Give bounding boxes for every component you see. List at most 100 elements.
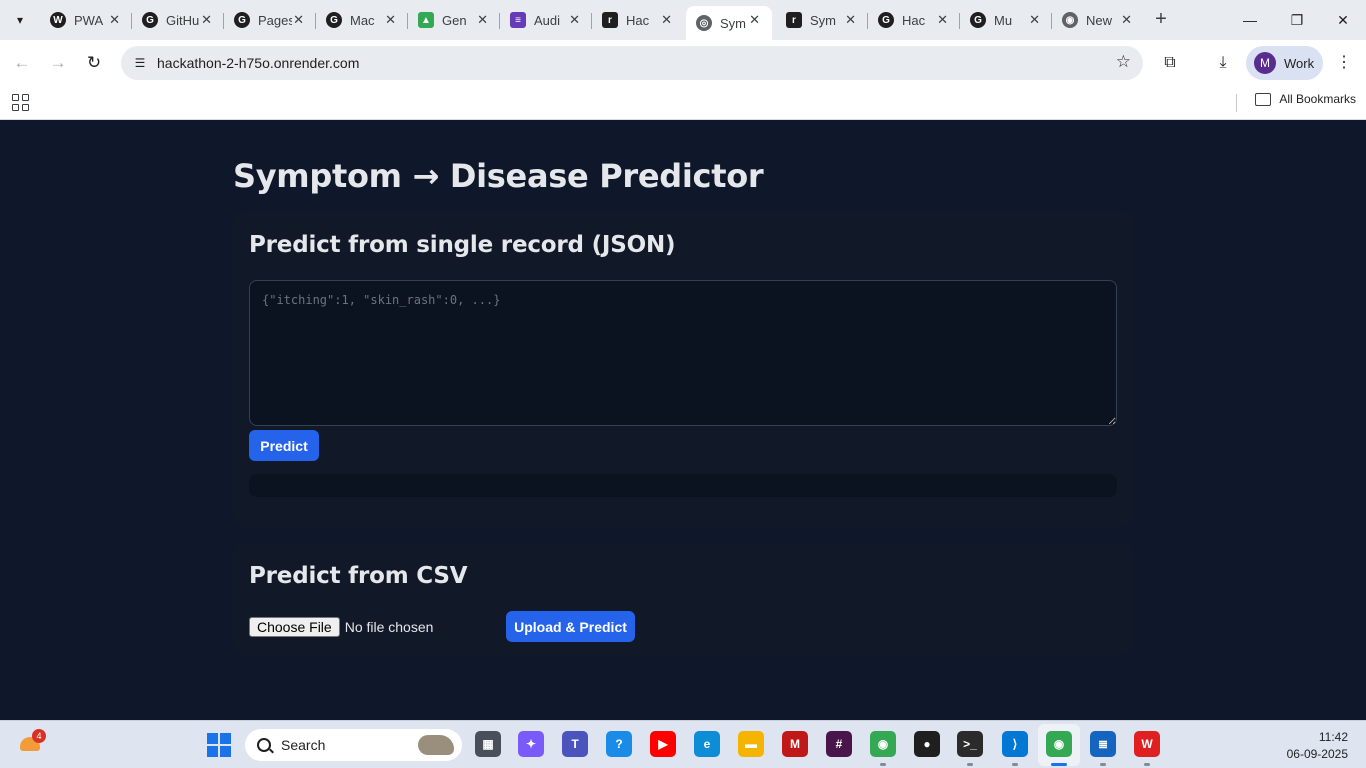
tab-close-icon[interactable]: ✕	[1029, 12, 1040, 28]
search-highlight-image	[418, 735, 454, 755]
tab-title: Hac	[626, 12, 650, 28]
tab-search-chevron-icon[interactable]: ▾	[8, 8, 32, 32]
file-explorer-icon[interactable]: ▬	[738, 731, 764, 757]
tab-sym-active[interactable]: ◎ Sym ✕	[686, 6, 772, 40]
back-arrow-icon[interactable]: ←	[10, 51, 34, 75]
windows-start-icon[interactable]	[207, 733, 231, 757]
help-icon[interactable]: ?	[606, 731, 632, 757]
running-indicator	[1051, 763, 1067, 766]
chrome-work-icon[interactable]: ◉	[1046, 731, 1072, 757]
kebab-menu-icon[interactable]: ⋮	[1332, 51, 1356, 75]
taskbar-search[interactable]: Search	[245, 729, 462, 761]
choose-file-button[interactable]: Choose File	[249, 617, 340, 637]
slack-icon[interactable]: #	[826, 731, 852, 757]
upload-predict-button[interactable]: Upload & Predict	[506, 611, 635, 642]
chrome-icon[interactable]: ◉	[870, 731, 896, 757]
all-bookmarks-label: All Bookmarks	[1279, 92, 1356, 106]
tab-close-icon[interactable]: ✕	[661, 12, 672, 28]
bookmark-star-icon[interactable]: ☆	[1116, 52, 1131, 72]
terminal-icon[interactable]: >_	[957, 731, 983, 757]
web-page: Symptom → Disease Predictor Predict from…	[0, 121, 1366, 720]
clock-date: 06-09-2025	[1286, 747, 1348, 761]
json-input-textarea[interactable]	[249, 280, 1117, 426]
forward-arrow-icon[interactable]: →	[46, 51, 70, 75]
lens-icon[interactable]: ●	[914, 731, 940, 757]
tab-strip: ▾ W PWA ✕ G GitHub ✕ G Pages ✕ G Mac ✕ ▲…	[0, 0, 1366, 40]
file-input: Choose File No file chosen	[249, 617, 433, 637]
tab-close-icon[interactable]: ✕	[569, 12, 580, 28]
tab-title: Audi	[534, 12, 561, 28]
predict-button[interactable]: Predict	[249, 430, 319, 461]
wordpress-icon: W	[50, 12, 66, 28]
new-tab-plus-icon[interactable]: +	[1150, 8, 1172, 32]
profile-button[interactable]: M Work	[1246, 46, 1323, 80]
tab-github[interactable]: G GitHub ✕	[132, 6, 224, 34]
edge-icon[interactable]: e	[694, 731, 720, 757]
downloads-icon[interactable]: ⤓	[1211, 51, 1235, 75]
tab-pages[interactable]: G Pages ✕	[224, 6, 316, 34]
mcafee-icon[interactable]: M	[782, 731, 808, 757]
tab-hac-github[interactable]: G Hac ✕	[868, 6, 960, 34]
tab-mu[interactable]: G Mu ✕	[960, 6, 1052, 34]
running-indicator	[1100, 763, 1106, 766]
url-text[interactable]: hackathon-2-h75o.onrender.com	[157, 55, 359, 71]
taskbar: 4 Search ▦ ✦ T? ▶ e ▬ M # ◉ ● >_ ⟩ ◉ ≣ W 11:42 06-09-2…	[0, 720, 1366, 768]
tab-title: PWA	[74, 12, 104, 28]
running-indicator	[967, 763, 973, 766]
github-icon: G	[234, 12, 250, 28]
address-bar[interactable]: ☰ hackathon-2-h75o.onrender.com ☆	[121, 46, 1143, 80]
tab-hac[interactable]: r Hac ✕	[592, 6, 684, 34]
forms-icon: ≡	[510, 12, 526, 28]
google-drive-icon: ▲	[418, 12, 434, 28]
task-view-icon[interactable]: ▦	[475, 731, 501, 757]
reload-icon[interactable]: ↻	[82, 51, 106, 75]
tab-title: GitHub	[166, 12, 200, 28]
page-title: Symptom → Disease Predictor	[233, 157, 764, 195]
search-icon	[257, 738, 271, 752]
tab-audi[interactable]: ≡ Audi ✕	[500, 6, 592, 34]
tab-close-icon[interactable]: ✕	[937, 12, 948, 28]
tab-mac[interactable]: G Mac ✕	[316, 6, 408, 34]
tab-close-icon[interactable]: ✕	[201, 12, 212, 28]
search-label: Search	[281, 737, 326, 753]
tab-title: Mu	[994, 12, 1013, 28]
minimize-icon[interactable]: —	[1238, 8, 1262, 32]
tab-new-tab[interactable]: ◉ New ✕	[1052, 6, 1144, 34]
wps-office-icon[interactable]: W	[1134, 731, 1160, 757]
render-icon: r	[786, 12, 802, 28]
tab-title: Gen	[442, 12, 467, 28]
tab-close-icon[interactable]: ✕	[385, 12, 396, 28]
tab-title: New	[1086, 12, 1113, 28]
notification-badge: 4	[32, 729, 46, 743]
file-status-text: No file chosen	[344, 619, 434, 635]
site-info-icon[interactable]: ☰	[131, 54, 149, 72]
all-bookmarks-button[interactable]: All Bookmarks	[1255, 92, 1356, 106]
tab-gen[interactable]: ▲ Gen ✕	[408, 6, 500, 34]
tab-close-icon[interactable]: ✕	[109, 12, 120, 28]
window-close-icon[interactable]: ✕	[1331, 8, 1355, 32]
copilot-icon[interactable]: ✦	[518, 731, 544, 757]
tab-close-icon[interactable]: ✕	[845, 12, 856, 28]
tab-pwa[interactable]: W PWA ✕	[40, 6, 132, 34]
system-clock[interactable]: 11:42 06-09-2025	[1287, 729, 1348, 763]
running-indicator	[1012, 763, 1018, 766]
tab-close-icon[interactable]: ✕	[749, 12, 760, 28]
tab-sym[interactable]: r Sym ✕	[776, 6, 868, 34]
csv-card: Predict from CSV Choose File No file cho…	[233, 543, 1134, 655]
vscode-icon[interactable]: ⟩	[1002, 731, 1028, 757]
running-indicator	[880, 763, 886, 766]
folder-icon	[1255, 92, 1272, 106]
single-record-card: Predict from single record (JSON) Predic…	[233, 212, 1134, 527]
restore-icon[interactable]: ❐	[1285, 8, 1309, 32]
teams-icon[interactable]: T	[562, 731, 588, 757]
tab-close-icon[interactable]: ✕	[1121, 12, 1132, 28]
github-icon: G	[326, 12, 342, 28]
youtube-icon[interactable]: ▶	[650, 731, 676, 757]
tab-close-icon[interactable]: ✕	[477, 12, 488, 28]
avatar: M	[1254, 52, 1276, 74]
extensions-icon[interactable]: ⧉	[1158, 51, 1182, 75]
weather-widget-icon[interactable]: 4	[20, 729, 46, 755]
apps-grid-icon[interactable]	[10, 92, 30, 112]
notepad-icon[interactable]: ≣	[1090, 731, 1116, 757]
tab-close-icon[interactable]: ✕	[293, 12, 304, 28]
